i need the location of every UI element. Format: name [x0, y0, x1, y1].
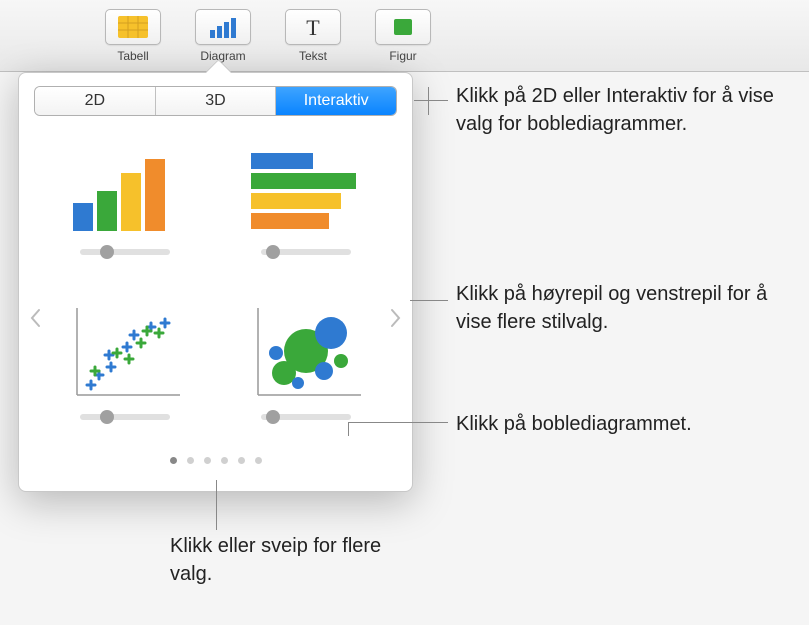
segment-interactive[interactable]: Interaktiv — [276, 87, 396, 115]
page-dot[interactable] — [221, 457, 228, 464]
scatter-chart-icon — [60, 298, 190, 408]
page-dot[interactable] — [204, 457, 211, 464]
shape-icon — [375, 9, 431, 45]
callout-connector — [216, 480, 217, 530]
toolbar-item-text[interactable]: T Tekst — [268, 9, 358, 63]
callout-connector — [414, 100, 448, 101]
chart-icon — [195, 9, 251, 45]
callout-segments: Klikk på 2D eller Interaktiv for å vise … — [456, 82, 786, 138]
callout-connector — [348, 422, 349, 436]
style-slider[interactable] — [80, 249, 170, 255]
segment-3d[interactable]: 3D — [156, 87, 277, 115]
callout-arrows: Klikk på høyrepil og venstrepil for å vi… — [456, 280, 786, 336]
chart-grid — [19, 123, 412, 453]
chart-option-bar[interactable] — [231, 133, 383, 278]
callout-bracket — [428, 87, 429, 115]
table-icon — [105, 9, 161, 45]
toolbar-label: Diagram — [200, 49, 245, 63]
style-slider[interactable] — [261, 249, 351, 255]
page-dot[interactable] — [170, 457, 177, 464]
callout-connector — [348, 422, 448, 423]
toolbar-label: Tabell — [117, 49, 148, 63]
svg-text:T: T — [306, 16, 320, 38]
chart-type-segmented-control: 2D 3D Interaktiv — [35, 87, 396, 115]
bar-chart-icon — [241, 133, 371, 243]
toolbar-item-shape[interactable]: Figur — [358, 9, 448, 63]
page-dot[interactable] — [187, 457, 194, 464]
bubble-chart-icon — [241, 298, 371, 408]
callout-dots: Klikk eller sveip for flere valg. — [170, 532, 420, 588]
chart-picker-popover: 2D 3D Interaktiv — [18, 72, 413, 492]
text-icon: T — [285, 9, 341, 45]
chart-option-scatter[interactable] — [49, 298, 201, 443]
toolbar-label: Figur — [389, 49, 416, 63]
toolbar-item-chart[interactable]: Diagram — [178, 9, 268, 63]
page-dot[interactable] — [255, 457, 262, 464]
toolbar-label: Tekst — [299, 49, 327, 63]
page-indicator — [19, 457, 412, 464]
chart-option-column[interactable] — [49, 133, 201, 278]
callout-connector — [410, 300, 448, 301]
column-chart-icon — [60, 133, 190, 243]
toolbar-item-table[interactable]: Tabell — [88, 9, 178, 63]
toolbar: Tabell Diagram T Tekst Figur — [0, 0, 809, 72]
page-dot[interactable] — [238, 457, 245, 464]
callout-bubble: Klikk på boblediagrammet. — [456, 410, 796, 438]
segment-2d[interactable]: 2D — [35, 87, 156, 115]
style-slider[interactable] — [80, 414, 170, 420]
style-slider[interactable] — [261, 414, 351, 420]
